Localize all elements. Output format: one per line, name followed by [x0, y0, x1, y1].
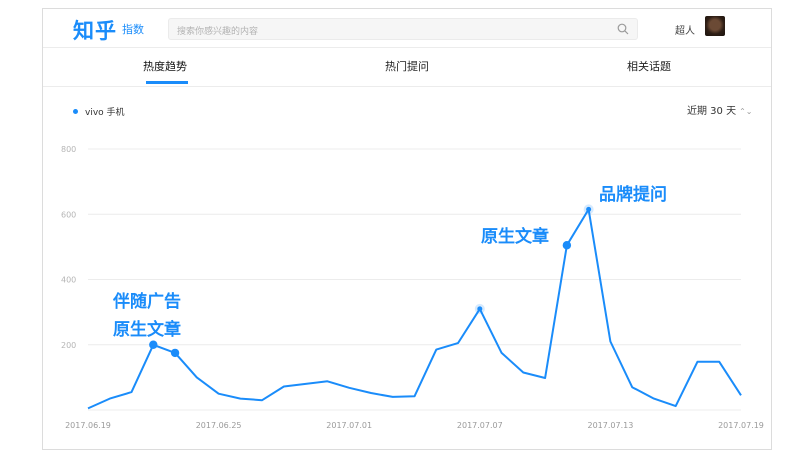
marker-point [170, 348, 180, 358]
x-tick-label: 2017.07.01 [326, 421, 372, 430]
marker-point [562, 241, 572, 250]
y-tick-label: 200 [61, 341, 76, 350]
highlight-point [477, 306, 483, 312]
x-tick-label: 2017.07.19 [718, 421, 764, 430]
y-tick-label: 800 [61, 145, 76, 154]
annotation-brand-question: 品牌提问 [599, 185, 667, 205]
annotation-ad-line1: 伴随广告 [113, 292, 181, 312]
series-line-vivo [87, 208, 742, 410]
x-tick-label: 2017.07.13 [587, 421, 633, 430]
annotation-native-article: 原生文章 [481, 227, 549, 247]
app-frame: 知乎 指数 超人 热度趋势 热门提问 相关话题 vivo 手机 近期 30 天⌃… [42, 8, 772, 450]
trend-chart: 200 400 600 800 2017.06.19 2017.06.25 2017.07.… [61, 145, 764, 430]
y-tick-label: 400 [61, 276, 76, 285]
x-tick-label: 2017.06.25 [196, 421, 242, 430]
highlight-point [586, 206, 592, 212]
x-tick-label: 2017.07.07 [457, 421, 503, 430]
y-tick-label: 600 [61, 210, 76, 219]
marker-point [149, 340, 158, 349]
x-tick-label: 2017.06.19 [65, 421, 111, 430]
annotation-ad-line2: 原生文章 [113, 320, 181, 340]
